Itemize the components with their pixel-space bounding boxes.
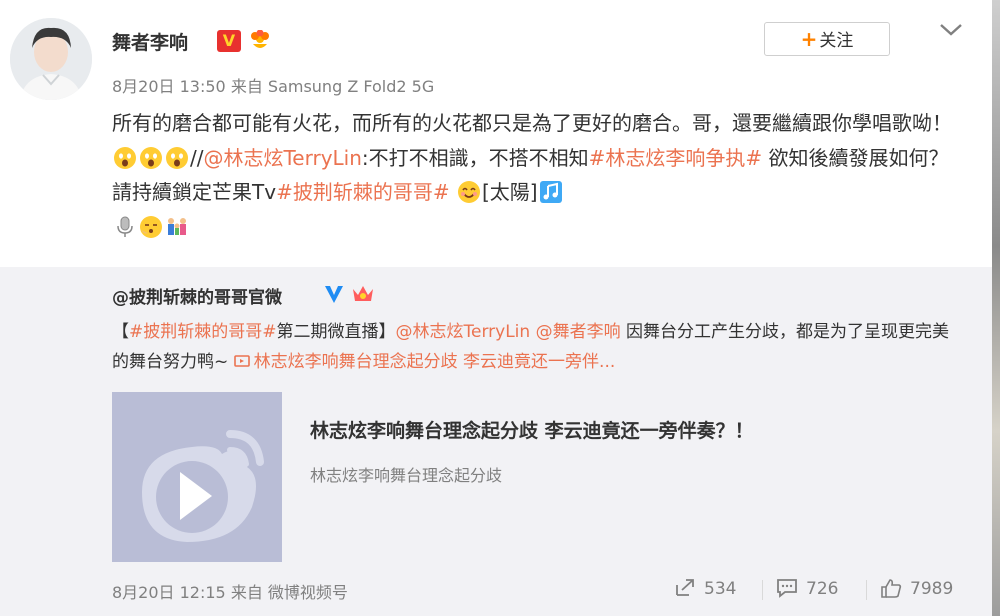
repost-text: 【#披荆斩棘的哥哥#第二期微直播】@林志炫TerryLin @舞者李响 因舞台分…: [112, 317, 960, 377]
post-meta: 8月20日 13:50 来自 Samsung Z Fold2 5G: [112, 77, 435, 96]
fearful-emoji-icon: [166, 146, 188, 169]
repost-count: 534: [704, 579, 737, 599]
follow-button[interactable]: + 关注: [764, 22, 890, 56]
repost-button[interactable]: 534: [674, 578, 736, 599]
avatar[interactable]: [10, 18, 92, 100]
post-text: :不打不相識，不搭不相知: [361, 145, 589, 170]
post-content: 所有的磨合都可能有火花，而所有的火花都只是為了更好的磨合。哥，還要繼續跟你學唱歌…: [112, 106, 952, 244]
chevron-down-icon[interactable]: [936, 18, 966, 42]
repost-icon: [676, 579, 694, 596]
mention-link[interactable]: @舞者李响: [536, 322, 621, 342]
plus-icon: +: [800, 27, 818, 51]
fearful-emoji-icon: [114, 146, 136, 169]
video-link-text: 林志炫李响舞台理念起分歧 李云迪竟还一旁伴...: [253, 352, 616, 372]
like-count: 7989: [910, 579, 954, 599]
follow-label: 关注: [819, 31, 854, 51]
post-text: 所有的磨合都可能有火花，而所有的火花都只是為了更好的磨合。哥，還要繼續跟你學唱歌…: [112, 111, 952, 135]
vip-badge-icon: V: [217, 30, 241, 52]
repost-meta: 8月20日 12:15 来自 微博视频号: [112, 583, 348, 602]
like-icon: [881, 579, 902, 598]
video-link[interactable]: 林志炫李响舞台理念起分歧 李云迪竟还一旁伴...: [233, 352, 616, 372]
flower-badge-icon: [248, 29, 272, 52]
sun-emoticon-text: [太陽]: [481, 180, 538, 204]
comment-button[interactable]: 726: [776, 578, 838, 599]
smile-emoji-icon: [457, 181, 480, 203]
like-button[interactable]: 7989: [880, 578, 953, 599]
verified-blue-icon: [322, 283, 346, 305]
repost-author[interactable]: @披荆斩棘的哥哥官微: [112, 283, 282, 308]
family-emoji-icon: [168, 217, 186, 235]
action-divider: [866, 580, 867, 600]
username[interactable]: 舞者李响: [112, 28, 188, 55]
weibo-play-icon: [112, 392, 282, 562]
repost-separator: //: [190, 145, 204, 170]
video-link-icon: [233, 355, 250, 367]
mention-link[interactable]: @林志炫TerryLin: [203, 146, 361, 170]
video-card-subtitle: 林志炫李响舞台理念起分歧: [310, 466, 503, 485]
repost-text-part: 【: [112, 322, 129, 342]
action-divider: [762, 580, 763, 600]
background-edge: [992, 0, 1000, 616]
blushing-emoji-icon: [140, 215, 162, 238]
crown-badge-icon: [350, 283, 376, 305]
hashtag-link[interactable]: #林志炫李响争执#: [589, 146, 763, 170]
hashtag-link[interactable]: #披荆斩棘的哥哥#: [129, 322, 277, 342]
hashtag-link[interactable]: #披荆斩棘的哥哥#: [276, 180, 450, 204]
mention-link[interactable]: @林志炫TerryLin: [396, 322, 531, 342]
fearful-emoji-icon: [140, 146, 162, 169]
video-card-title[interactable]: 林志炫李响舞台理念起分歧 李云迪竟还一旁伴奏？！: [310, 416, 754, 443]
comment-count: 726: [806, 579, 839, 599]
comment-icon: [777, 579, 797, 598]
video-card-thumbnail[interactable]: [112, 392, 282, 562]
music-note-icon: [539, 181, 562, 203]
microphone-icon: [117, 216, 133, 237]
repost-text-part: 第二期微直播】: [276, 322, 396, 342]
